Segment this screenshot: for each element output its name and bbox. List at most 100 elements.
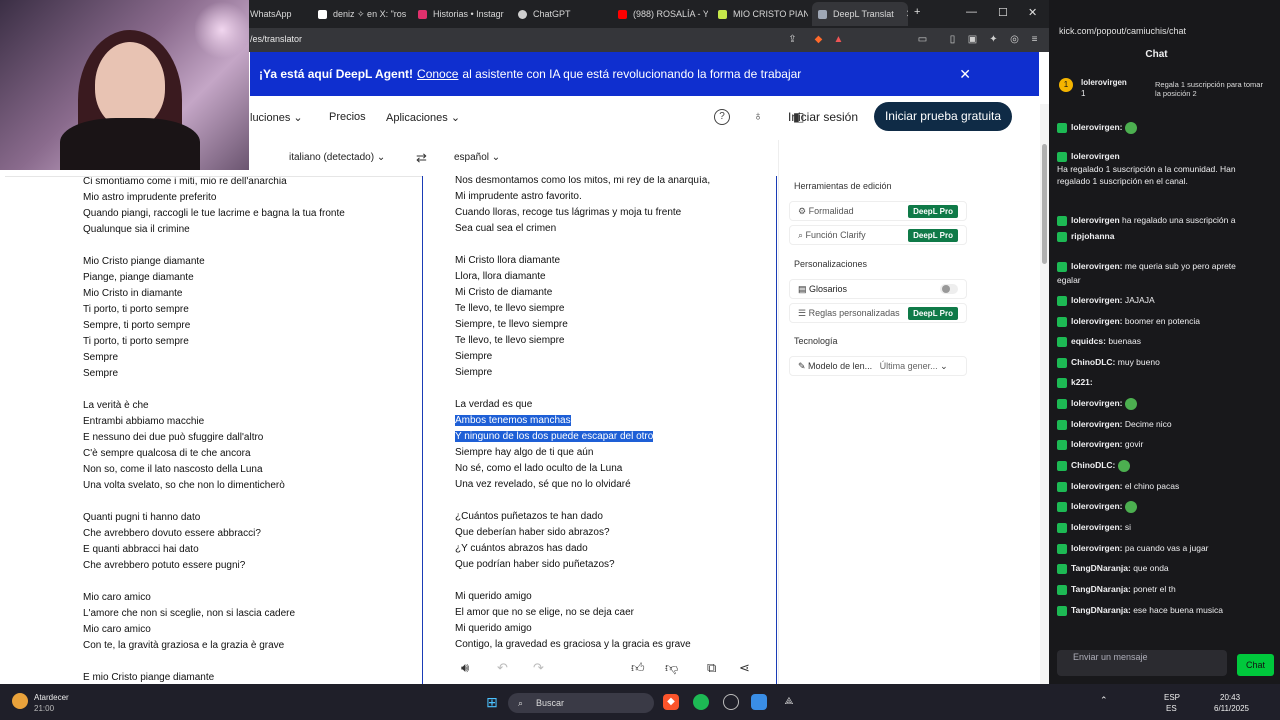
chat-title: Chat	[1145, 49, 1168, 60]
share-translation-icon[interactable]: ⋖	[739, 660, 750, 676]
tab-chatgpt[interactable]: ChatGPT	[512, 4, 608, 24]
source-line: Una volta svelato, so che non lo dimenti…	[83, 480, 285, 491]
windows-start-icon[interactable]: ⊞	[484, 694, 500, 710]
maximize-icon[interactable]: ☐	[998, 6, 1008, 19]
explorer-taskbar-icon[interactable]	[751, 694, 767, 710]
chat-username[interactable]: lolerovirgen:	[1071, 522, 1122, 532]
translation-line: Que deberían haber sido abrazos?	[455, 527, 610, 538]
nav-apps[interactable]: Aplicaciones ⌄	[386, 111, 460, 124]
app-taskbar-icon[interactable]: ⟁	[781, 694, 797, 710]
glossaries-row[interactable]: ▤ Glosarios	[789, 279, 967, 299]
lightbulb-icon[interactable]: ♁	[750, 109, 766, 125]
target-text-panel[interactable]: Nos desmontamos como los mitos, mi rey d…	[422, 176, 777, 684]
chat-username[interactable]: lolerovirgen:	[1071, 261, 1122, 271]
close-banner-icon[interactable]: ✕	[959, 66, 971, 83]
wallet-icon[interactable]: ▣	[966, 33, 979, 46]
copy-icon[interactable]: ⧉	[707, 660, 716, 676]
chat-url[interactable]: kick.com/popout/camiuchis/chat	[1059, 26, 1186, 36]
tab-instagram[interactable]: Historias • Instagr	[412, 4, 508, 24]
chat-username[interactable]: TangDNaranja:	[1071, 563, 1131, 573]
collapse-panel-icon[interactable]: ◧	[793, 110, 804, 124]
split-view-icon[interactable]: ▯	[946, 33, 959, 46]
tab-lyrics[interactable]: MIO CRISTO PIAN	[712, 4, 808, 24]
clarify-row[interactable]: ⌕ Función Clarify DeepL Pro	[789, 225, 967, 245]
chat-username[interactable]: equidcs:	[1071, 336, 1106, 346]
tray-overflow-icon[interactable]: ⌃	[1100, 695, 1108, 706]
page-scrollbar[interactable]	[1040, 104, 1049, 720]
chat-username[interactable]: lolerovirgen:	[1071, 543, 1122, 553]
close-window-icon[interactable]: ✕	[1028, 6, 1037, 19]
sidebar-icon[interactable]: ▭	[916, 33, 929, 46]
chat-username[interactable]: ChinoDLC:	[1071, 460, 1115, 470]
source-line: L'amore che non si sceglie, non si lasci…	[83, 608, 296, 619]
vpn-icon[interactable]: ◎	[1008, 33, 1021, 46]
chat-username[interactable]: ripjohanna	[1071, 231, 1114, 241]
weather-label[interactable]: Atardecer	[34, 693, 69, 702]
redo-icon[interactable]: ↷	[533, 660, 544, 676]
chat-message: egalar	[1057, 274, 1249, 286]
chat-username[interactable]: lolerovirgen	[1071, 215, 1120, 225]
chat-username[interactable]: ChinoDLC:	[1071, 357, 1115, 367]
new-tab-icon[interactable]: +	[914, 6, 920, 18]
minimize-icon[interactable]: —	[966, 6, 977, 18]
help-icon[interactable]: ?	[714, 109, 730, 125]
spotify-taskbar-icon[interactable]	[693, 694, 709, 710]
taskbar-search[interactable]: ⌕ Buscar	[508, 693, 654, 713]
language-indicator[interactable]: ESP	[1164, 693, 1180, 702]
rewards-icon[interactable]: ▲	[832, 33, 845, 46]
model-select[interactable]: ✎ Modelo de len... Última gener... ⌄	[789, 356, 967, 376]
sub-badge-icon	[1057, 231, 1067, 242]
custom-rules-row[interactable]: ☰ Reglas personalizadas DeepL Pro	[789, 303, 967, 323]
chat-username[interactable]: k221:	[1071, 377, 1093, 387]
youtube-icon	[618, 9, 627, 19]
share-icon[interactable]: ⇪	[786, 33, 799, 46]
screen: WhatsApp deniz ✧ en X: "ros Historias • …	[0, 0, 1280, 720]
chat-username[interactable]: lolerovirgen:	[1071, 439, 1122, 449]
url-text[interactable]: /es/translator	[250, 34, 302, 44]
translation-line: Mi querido amigo	[455, 591, 532, 602]
thumbs-down-icon[interactable]: 👎︎	[665, 660, 678, 676]
chat-text: me queria sub yo pero aprete	[1124, 261, 1236, 271]
close-tab-icon[interactable]: ✕	[906, 9, 908, 20]
brave-taskbar-icon[interactable]: ◆	[663, 694, 679, 710]
chat-username[interactable]: lolerovirgen:	[1071, 122, 1122, 132]
nav-solutions[interactable]: luciones ⌄	[250, 111, 303, 124]
scrollbar-thumb[interactable]	[1042, 144, 1047, 264]
tab-x[interactable]: deniz ✧ en X: "ros	[312, 4, 408, 24]
chat-username[interactable]: lolerovirgen:	[1071, 481, 1122, 491]
glossaries-toggle[interactable]	[940, 284, 958, 294]
source-language-select[interactable]: italiano (detectado) ⌄	[289, 152, 385, 163]
chat-message: lolerovirgen: boomer en potencia	[1057, 315, 1249, 327]
tab-label: deniz ✧ en X: "ros	[333, 8, 407, 19]
tab-deepl[interactable]: DeepL Translat ✕	[812, 2, 908, 26]
chat-username[interactable]: lolerovirgen:	[1071, 295, 1122, 305]
chat-username[interactable]: TangDNaranja:	[1071, 584, 1131, 594]
tab-whatsapp[interactable]: WhatsApp	[244, 4, 306, 24]
chat-username[interactable]: lolerovirgen:	[1071, 316, 1122, 326]
start-trial-button[interactable]: Iniciar prueba gratuita	[874, 102, 1012, 131]
pinned-user[interactable]: lolerovirgen	[1081, 78, 1127, 87]
source-line	[83, 238, 345, 254]
chat-send-button[interactable]: Chat	[1237, 654, 1274, 676]
nav-pricing[interactable]: Precios	[329, 111, 366, 123]
tab-youtube[interactable]: (988) ROSALÍA - Ye	[612, 4, 708, 24]
formality-row[interactable]: ⚙ Formalidad DeepL Pro	[789, 201, 967, 221]
brave-shield-icon[interactable]: ◆	[812, 33, 825, 46]
chat-username[interactable]: lolerovirgen:	[1071, 501, 1122, 511]
menu-icon[interactable]: ≡	[1028, 33, 1041, 46]
chat-username[interactable]: lolerovirgen	[1071, 151, 1120, 161]
speaker-icon[interactable]: 🔊︎	[461, 660, 469, 676]
source-text-panel[interactable]: Ci smontiamo come i miti, mio re dell'an…	[5, 176, 422, 684]
thumbs-up-icon[interactable]: 👍︎	[631, 660, 645, 676]
ai-icon[interactable]: ✦	[987, 33, 1000, 46]
banner-link[interactable]: Conoce	[417, 67, 458, 81]
undo-icon[interactable]: ↶	[497, 660, 508, 676]
target-language-select[interactable]: español ⌄	[454, 152, 500, 163]
clock-time[interactable]: 20:43	[1220, 693, 1240, 702]
chat-input[interactable]: Enviar un mensaje	[1057, 650, 1227, 676]
chat-username[interactable]: lolerovirgen:	[1071, 398, 1122, 408]
swap-languages-icon[interactable]: ⇄	[416, 150, 427, 166]
obs-taskbar-icon[interactable]	[723, 694, 739, 710]
chat-username[interactable]: TangDNaranja:	[1071, 605, 1131, 615]
chat-username[interactable]: lolerovirgen:	[1071, 419, 1122, 429]
